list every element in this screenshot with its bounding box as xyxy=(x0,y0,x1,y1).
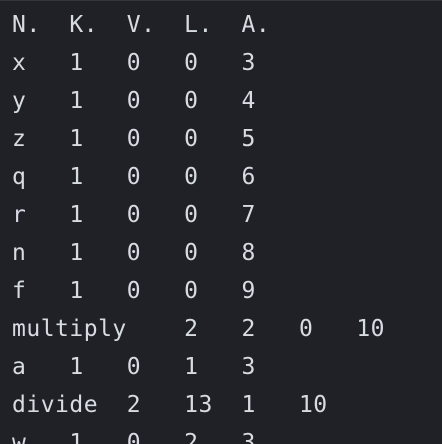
output-lines: N. K. V. L. A. x 1 0 0 3 y 1 0 0 4 z 1 0… xyxy=(12,6,385,444)
table-row-divide: divide 2 13 1 10 xyxy=(12,392,328,418)
terminal-output[interactable]: N. K. V. L. A. x 1 0 0 3 y 1 0 0 4 z 1 0… xyxy=(0,0,442,444)
table-row-q: q 1 0 0 6 xyxy=(12,164,256,190)
table-row-n: n 1 0 0 8 xyxy=(12,240,256,266)
table-header-line: N. K. V. L. A. xyxy=(12,12,271,38)
table-row-a: a 1 0 1 3 xyxy=(12,354,256,380)
table-row-z: z 1 0 0 5 xyxy=(12,126,256,152)
table-row-y: y 1 0 0 4 xyxy=(12,88,256,114)
table-row-multiply: multiply 2 2 0 10 xyxy=(12,316,386,342)
table-row-w: w 1 0 2 3 xyxy=(12,430,256,444)
table-row-r: r 1 0 0 7 xyxy=(12,202,256,228)
table-row-x: x 1 0 0 3 xyxy=(12,50,256,76)
table-row-f: f 1 0 0 9 xyxy=(12,278,256,304)
